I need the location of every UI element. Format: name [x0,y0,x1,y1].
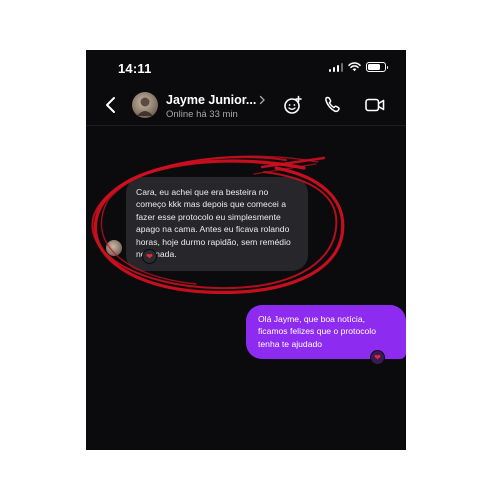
video-camera-icon[interactable] [364,95,386,115]
sender-avatar[interactable] [106,240,122,256]
avatar[interactable] [132,92,158,118]
message-text: Cara, eu achei que era besteira no começ… [136,187,291,260]
heart-reaction-icon[interactable]: ❤ [370,350,385,365]
reaction-emoji: ❤ [374,352,381,362]
status-bar: 14:11 [86,50,406,86]
chat-header: Jayme Junior... Online há 33 min [86,86,406,124]
avatar-photo [137,97,153,116]
presence-status: Online há 33 min [166,109,238,120]
chevron-left-icon[interactable] [104,96,118,114]
header-divider [86,125,406,126]
contact-name[interactable]: Jayme Junior... [166,93,256,107]
wifi-icon [348,62,361,72]
heart-reaction-icon[interactable]: ❤ [142,249,157,264]
reaction-emoji: ❤ [146,251,153,261]
add-sticker-icon[interactable] [282,95,304,115]
message-text: Olá Jayme, que boa notícia, ficamos feli… [258,314,376,349]
status-time: 14:11 [118,61,152,76]
battery-icon [366,62,388,72]
chevron-right-icon[interactable] [258,95,266,105]
signal-icon [328,62,343,72]
phone-icon[interactable] [322,95,344,115]
status-icons [328,62,388,72]
chat-screen: 14:11 Jayme Junior... Online há 33 min C… [86,50,406,450]
